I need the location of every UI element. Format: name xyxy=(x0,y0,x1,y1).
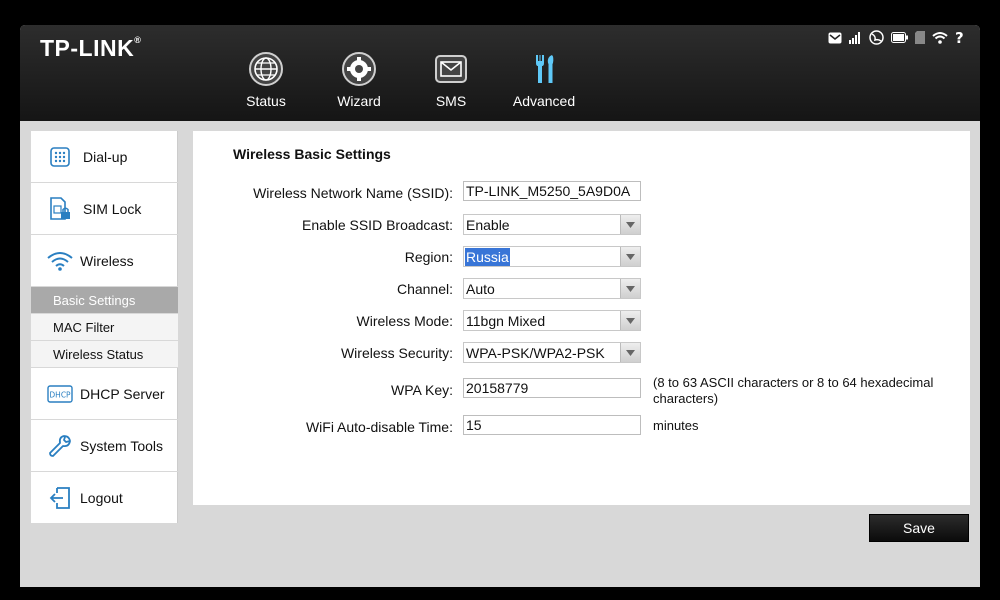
region-label: Region: xyxy=(404,249,453,265)
nav-sms-label: SMS xyxy=(435,93,467,109)
ssid-row: Wireless Network Name (SSID): xyxy=(193,181,970,205)
nav-status[interactable]: Status xyxy=(221,51,311,109)
nav-sms[interactable]: SMS xyxy=(406,51,496,109)
mode-row: Wireless Mode: 11bgn Mixed xyxy=(193,309,970,333)
nav-wizard[interactable]: Wizard xyxy=(314,51,404,109)
chevron-down-icon xyxy=(620,311,640,330)
chevron-down-icon xyxy=(620,215,640,234)
auto-disable-input[interactable] xyxy=(463,415,641,435)
sidebar-subitem-basic-settings[interactable]: Basic Settings xyxy=(31,287,178,313)
wpa-key-label: WPA Key: xyxy=(391,382,453,398)
region-value: Russia xyxy=(465,248,510,266)
tools-icon xyxy=(536,55,554,83)
auto-disable-label: WiFi Auto-disable Time: xyxy=(305,419,453,435)
security-select[interactable]: WPA-PSK/WPA2-PSK xyxy=(463,342,641,363)
ssid-input[interactable] xyxy=(463,181,641,201)
header-bar: TP-LINK® ? Status Wizard SMS Advanced xyxy=(20,25,980,121)
page-title: Wireless Basic Settings xyxy=(233,146,391,162)
channel-row: Channel: Auto xyxy=(193,277,970,301)
wpa-key-row: WPA Key: (8 to 63 ASCII characters or 8 … xyxy=(193,375,970,406)
sidebar-item-label: DHCP Server xyxy=(80,385,165,402)
chevron-down-icon xyxy=(620,247,640,266)
brand-logo: TP-LINK® xyxy=(40,35,141,62)
sidebar-item-label: Logout xyxy=(80,489,123,506)
nav-advanced[interactable]: Advanced xyxy=(499,51,589,109)
broadcast-value: Enable xyxy=(466,217,510,233)
wpa-key-hint: (8 to 63 ASCII characters or 8 to 64 hex… xyxy=(653,375,934,406)
sim-lock-icon xyxy=(47,196,73,222)
auto-disable-unit: minutes xyxy=(653,418,699,433)
signal-icon xyxy=(849,30,862,45)
channel-value: Auto xyxy=(466,281,495,297)
sidebar-subitem-mac-filter[interactable]: MAC Filter xyxy=(31,314,178,340)
broadcast-row: Enable SSID Broadcast: Enable xyxy=(193,213,970,237)
sidebar-item-label: Dial-up xyxy=(83,148,128,165)
ssid-label: Wireless Network Name (SSID): xyxy=(253,185,453,201)
app-window: TP-LINK® ? Status Wizard SMS Advanced Di… xyxy=(20,25,980,587)
sidebar-item-dhcp[interactable]: DHCP DHCP Server xyxy=(31,368,178,419)
svg-text:?: ? xyxy=(955,30,964,45)
gear-icon xyxy=(342,52,376,86)
sidebar-item-logout[interactable]: Logout xyxy=(31,472,178,523)
sidebar-subitem-wireless-status[interactable]: Wireless Status xyxy=(31,341,178,367)
sidebar-item-simlock[interactable]: SIM Lock xyxy=(31,183,178,234)
logout-icon xyxy=(47,485,73,511)
sidebar-item-label: SIM Lock xyxy=(83,200,142,217)
envelope-icon xyxy=(435,55,467,83)
message-icon[interactable] xyxy=(828,30,842,45)
globe-icon xyxy=(249,52,283,86)
mode-select[interactable]: 11bgn Mixed xyxy=(463,310,641,331)
nav-advanced-label: Advanced xyxy=(512,93,576,109)
mode-value: 11bgn Mixed xyxy=(466,313,546,329)
save-button[interactable]: Save xyxy=(869,514,969,542)
auto-disable-row: WiFi Auto-disable Time: minutes xyxy=(193,415,970,439)
sidebar: Dial-up SIM Lock Wireless Basic Settings… xyxy=(31,131,178,524)
sidebar-item-label: System Tools xyxy=(80,437,163,454)
wpa-key-input[interactable] xyxy=(463,378,641,398)
region-row: Region: Russia xyxy=(193,245,970,269)
region-select[interactable]: Russia xyxy=(463,246,641,267)
broadcast-label: Enable SSID Broadcast: xyxy=(302,217,453,233)
sd-card-icon xyxy=(915,30,925,45)
nav-wizard-label: Wizard xyxy=(337,93,381,109)
nav-status-label: Status xyxy=(246,93,286,109)
wrench-icon xyxy=(47,433,73,459)
brand-mark: ® xyxy=(134,35,142,45)
sidebar-item-dialup[interactable]: Dial-up xyxy=(31,131,178,182)
sidebar-item-system-tools[interactable]: System Tools xyxy=(31,420,178,471)
security-value: WPA-PSK/WPA2-PSK xyxy=(466,345,605,361)
status-icons: ? xyxy=(828,30,966,45)
dhcp-icon-text: DHCP xyxy=(49,390,71,399)
help-icon[interactable]: ? xyxy=(955,30,966,45)
brand-name: TP-LINK xyxy=(40,35,135,61)
settings-panel: Wireless Basic Settings Wireless Network… xyxy=(193,131,970,505)
channel-select[interactable]: Auto xyxy=(463,278,641,299)
security-row: Wireless Security: WPA-PSK/WPA2-PSK xyxy=(193,341,970,365)
mode-label: Wireless Mode: xyxy=(356,313,453,329)
sidebar-item-wireless[interactable]: Wireless xyxy=(31,235,178,286)
dhcp-icon: DHCP xyxy=(47,381,73,407)
chevron-down-icon xyxy=(620,343,640,362)
channel-label: Channel: xyxy=(396,281,453,297)
wifi-icon xyxy=(47,248,73,274)
sidebar-item-label: Wireless xyxy=(80,252,134,269)
security-label: Wireless Security: xyxy=(340,345,453,361)
battery-icon xyxy=(891,30,908,45)
wifi-icon xyxy=(932,30,948,45)
chevron-down-icon xyxy=(620,279,640,298)
broadcast-select[interactable]: Enable xyxy=(463,214,641,235)
dialpad-icon xyxy=(47,144,73,170)
internet-icon xyxy=(869,30,884,45)
